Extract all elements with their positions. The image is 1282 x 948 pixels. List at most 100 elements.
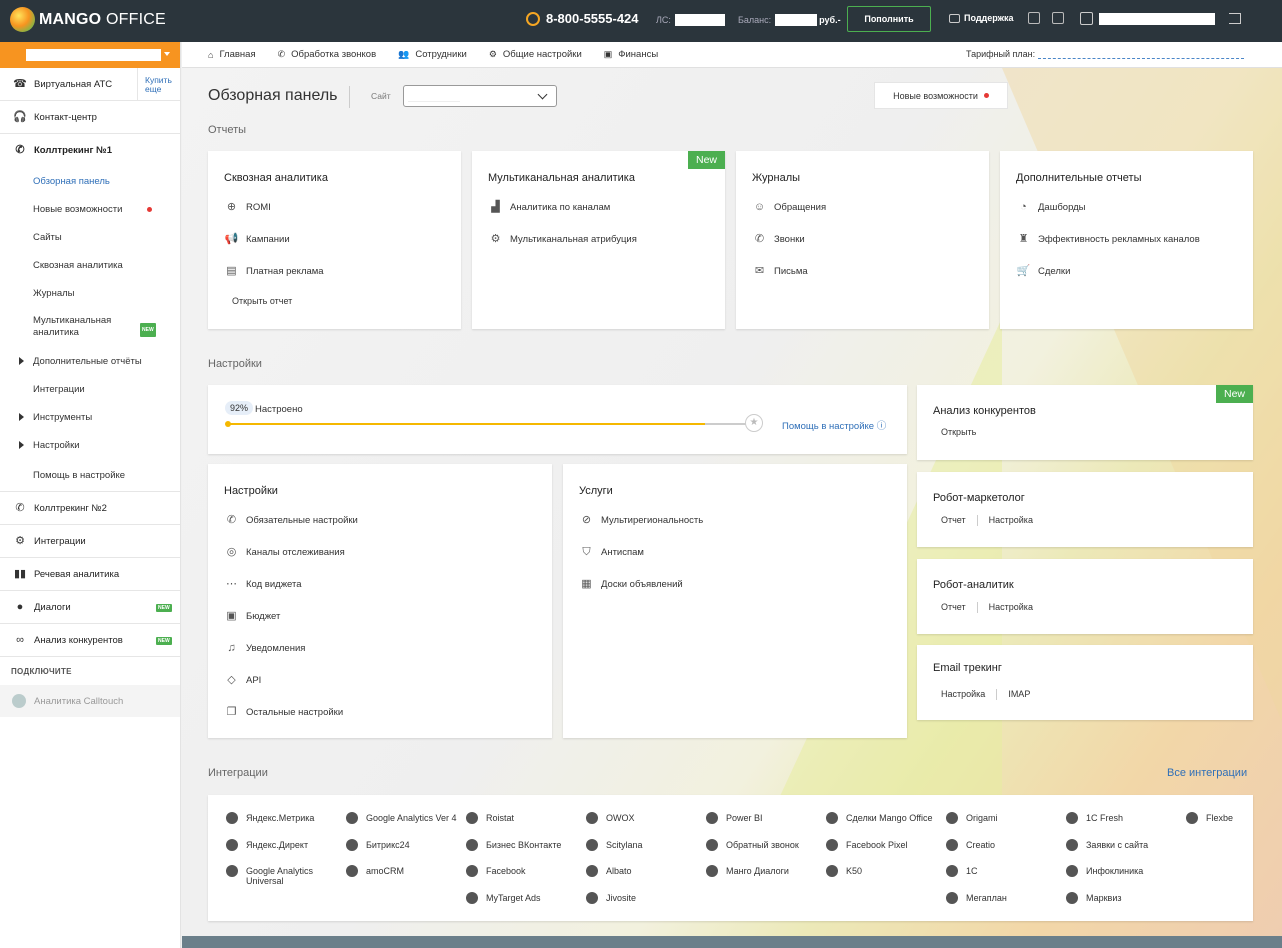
support-link[interactable]: Поддержка bbox=[949, 13, 1014, 23]
service-link-boards[interactable]: ▦ Доски объявлений bbox=[579, 578, 682, 591]
sidebar-sub-sites[interactable]: Сайты bbox=[0, 223, 180, 251]
nav-general-settings[interactable]: ⚙ Общие настройки bbox=[489, 49, 582, 60]
setup-link[interactable]: Настройка bbox=[989, 515, 1033, 526]
report-link[interactable]: Отчет bbox=[941, 602, 966, 613]
nav-employees[interactable]: 👥 Сотрудники bbox=[398, 49, 467, 60]
settings-link-budget[interactable]: ▣ Бюджет bbox=[224, 610, 280, 623]
sidebar-item-virtual-pbx[interactable]: ☎ Виртуальная АТС Купить еще bbox=[0, 68, 180, 101]
contacts-icon[interactable] bbox=[1028, 12, 1040, 24]
integration-item[interactable]: Facebook Pixel bbox=[826, 839, 908, 851]
sidebar-item-dialogs[interactable]: ● Диалоги NEW bbox=[0, 591, 180, 624]
report-link-ad-efficiency[interactable]: ♜ Эффективность рекламных каналов bbox=[1016, 233, 1200, 246]
tariff-plan[interactable]: Тарифный план: bbox=[966, 49, 1245, 59]
settings-link-channels[interactable]: ◎ Каналы отслеживания bbox=[224, 546, 345, 559]
report-link-requests[interactable]: ☺ Обращения bbox=[752, 201, 826, 214]
integration-item[interactable]: 1C Fresh bbox=[1066, 812, 1123, 824]
integration-label: Jivosite bbox=[606, 893, 637, 903]
integration-item[interactable]: Заявки с сайта bbox=[1066, 839, 1148, 851]
service-link-antispam[interactable]: ⛉ Антиспам bbox=[579, 546, 644, 559]
nav-finance[interactable]: ▣ Финансы bbox=[604, 49, 658, 60]
settings-link-required[interactable]: ✆ Обязательные настройки bbox=[224, 514, 358, 527]
integration-item[interactable]: 1С bbox=[946, 865, 978, 877]
integration-item[interactable]: Обратный звонок bbox=[706, 839, 799, 851]
report-link-dashboards[interactable]: ◔ Дашборды bbox=[1016, 201, 1085, 214]
settings-link-notifications[interactable]: ♫ Уведомления bbox=[224, 642, 305, 655]
sidebar-item-integrations[interactable]: ⚙ Интеграции bbox=[0, 525, 180, 558]
integration-item[interactable]: amoCRM bbox=[346, 865, 404, 877]
report-link-paid-ads[interactable]: ▤ Платная реклама bbox=[224, 265, 323, 278]
settings-link-other[interactable]: ❐ Остальные настройки bbox=[224, 706, 344, 719]
integration-item[interactable]: Creatio bbox=[946, 839, 995, 851]
setup-link[interactable]: Настройка bbox=[941, 689, 985, 700]
integration-logo-icon bbox=[1186, 812, 1198, 824]
settings-link-api[interactable]: ◇ API bbox=[224, 674, 261, 687]
book-icon[interactable] bbox=[1052, 12, 1064, 24]
integration-item[interactable]: Flexbe bbox=[1186, 812, 1233, 824]
integration-item[interactable]: Яндекс.Директ bbox=[226, 839, 308, 851]
integration-item[interactable]: K50 bbox=[826, 865, 862, 877]
integration-item[interactable]: Albato bbox=[586, 865, 632, 877]
sidebar-item-speech-analytics[interactable]: ▮▮ Речевая аналитика bbox=[0, 558, 180, 591]
integration-item[interactable]: Origami bbox=[946, 812, 998, 824]
integration-item[interactable]: Power BI bbox=[706, 812, 763, 824]
report-link-campaigns[interactable]: 📢 Кампании bbox=[224, 233, 290, 246]
sidebar-sub-journals[interactable]: Журналы bbox=[0, 279, 180, 307]
all-integrations-link[interactable]: Все интеграции bbox=[1167, 767, 1247, 779]
sidebar-sub-settings[interactable]: Настройки bbox=[0, 431, 180, 459]
report-link-romi[interactable]: ⊕ ROMI bbox=[224, 201, 271, 214]
setup-link[interactable]: Настройка bbox=[989, 602, 1033, 613]
sidebar-sub-tools[interactable]: Инструменты bbox=[0, 403, 180, 431]
sidebar-sub-new-features[interactable]: Новые возможности bbox=[0, 195, 180, 223]
mango-office-logo[interactable]: MANGO OFFICE bbox=[10, 7, 166, 32]
product-selector[interactable] bbox=[0, 42, 180, 68]
sidebar-item-calltouch[interactable]: Аналитика Calltouch bbox=[0, 685, 180, 717]
sidebar-item-contact-center[interactable]: 🎧 Контакт-центр bbox=[0, 101, 180, 134]
integration-item[interactable]: OWOX bbox=[586, 812, 635, 824]
integration-item[interactable]: Мегаплан bbox=[946, 892, 1007, 904]
nav-home[interactable]: ⌂ Главная bbox=[208, 49, 256, 60]
sidebar-sub-e2e-analytics[interactable]: Сквозная аналитика bbox=[0, 251, 180, 279]
settings-link-widget-code[interactable]: ⋯ Код виджета bbox=[224, 578, 302, 591]
integration-item[interactable]: Сделки Mango Office bbox=[826, 812, 933, 824]
sidebar-sub-multichannel[interactable]: Мультиканальная аналитика NEW bbox=[0, 307, 180, 347]
integration-item[interactable]: Бизнес ВКонтакте bbox=[466, 839, 561, 851]
sidebar-sub-overview[interactable]: Обзорная панель bbox=[0, 167, 180, 195]
imap-link[interactable]: IMAP bbox=[1008, 689, 1030, 700]
buy-more-link[interactable]: Купить еще bbox=[137, 68, 181, 101]
integration-item[interactable]: Google Analytics Ver 4 bbox=[346, 812, 457, 824]
report-link-channels[interactable]: ▟ Аналитика по каналам bbox=[488, 201, 610, 214]
integration-item[interactable]: Roistat bbox=[466, 812, 514, 824]
integration-item[interactable]: Манго Диалоги bbox=[706, 865, 789, 877]
report-link-emails[interactable]: ✉ Письма bbox=[752, 265, 808, 278]
integration-item[interactable]: Scitylana bbox=[586, 839, 643, 851]
sidebar-item-competitors[interactable]: ∞ Анализ конкурентов NEW bbox=[0, 624, 180, 657]
integration-item[interactable]: MyTarget Ads bbox=[466, 892, 541, 904]
sidebar-item-calltracking-2[interactable]: ✆ Коллтрекинг №2 bbox=[0, 492, 180, 525]
open-report-link[interactable]: Открыть отчет bbox=[232, 296, 292, 306]
logout-icon[interactable] bbox=[1229, 13, 1241, 24]
report-link-attribution[interactable]: ⚙ Мультиканальная атрибуция bbox=[488, 233, 637, 246]
calltouch-icon bbox=[12, 694, 26, 708]
integration-item[interactable]: Марквиз bbox=[1066, 892, 1121, 904]
topup-button[interactable]: Пополнить bbox=[847, 6, 931, 32]
integration-item[interactable]: Facebook bbox=[466, 865, 526, 877]
integration-item[interactable]: Jivosite bbox=[586, 892, 637, 904]
report-link[interactable]: Отчет bbox=[941, 515, 966, 526]
competitors-open-link[interactable]: Открыть bbox=[941, 427, 976, 437]
report-link-deals[interactable]: 🛒 Сделки bbox=[1016, 265, 1071, 278]
report-link-calls[interactable]: ✆ Звонки bbox=[752, 233, 805, 246]
integration-item[interactable]: Google Analytics Universal bbox=[226, 865, 338, 886]
site-select[interactable] bbox=[403, 85, 557, 107]
sidebar-sub-extra-reports[interactable]: Дополнительные отчёты bbox=[0, 347, 180, 375]
user-menu[interactable] bbox=[1080, 12, 1215, 25]
service-link-multiregion[interactable]: ⊘ Мультирегиональность bbox=[579, 514, 703, 527]
nav-call-processing[interactable]: ✆ Обработка звонков bbox=[278, 49, 377, 60]
new-features-button[interactable]: Новые возможности bbox=[874, 82, 1008, 109]
integration-item[interactable]: Яндекс.Метрика bbox=[226, 812, 314, 824]
sidebar-sub-setup-help[interactable]: Помощь в настройке bbox=[0, 459, 180, 492]
sidebar-item-calltracking-1[interactable]: ✆ Коллтрекинг №1 bbox=[0, 134, 180, 167]
integration-item[interactable]: Инфоклиника bbox=[1066, 865, 1143, 877]
integration-item[interactable]: Битрикс24 bbox=[346, 839, 410, 851]
sidebar-sub-integrations[interactable]: Интеграции bbox=[0, 375, 180, 403]
setup-help-link[interactable]: Помощь в настройке ⓘ bbox=[782, 418, 886, 432]
